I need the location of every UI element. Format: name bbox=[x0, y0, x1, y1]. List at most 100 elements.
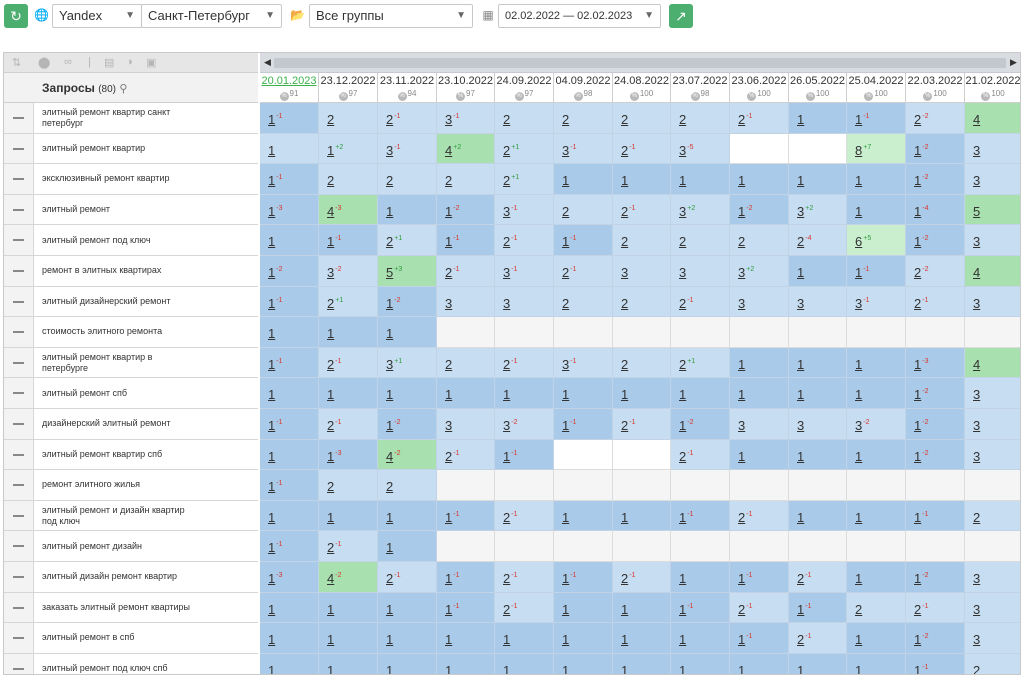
position-cell[interactable]: 2 bbox=[378, 164, 437, 195]
position-cell[interactable]: 3 bbox=[965, 164, 1020, 195]
date-column-header[interactable]: 21.02.2022% 100 bbox=[965, 73, 1020, 103]
position-cell[interactable]: 2 bbox=[613, 347, 671, 379]
position-value[interactable]: 2 bbox=[562, 296, 569, 311]
position-cell[interactable]: 1 bbox=[789, 256, 847, 287]
position-cell[interactable]: 1 bbox=[260, 500, 319, 532]
position-cell[interactable]: 3 bbox=[965, 623, 1020, 654]
export-button[interactable]: ↗ bbox=[669, 4, 693, 28]
region-select[interactable]: Санкт-Петербург ▼ bbox=[141, 4, 282, 28]
row-toggle-button[interactable] bbox=[4, 592, 34, 623]
position-cell[interactable]: 2-1 bbox=[730, 103, 789, 134]
position-cell[interactable]: 2 bbox=[319, 103, 378, 134]
position-value[interactable]: 1 bbox=[621, 510, 628, 525]
position-value[interactable]: 2-1 bbox=[738, 510, 752, 525]
position-value[interactable]: 1-2 bbox=[914, 387, 928, 402]
query-row[interactable]: эксклюзивный ремонт квартир bbox=[4, 164, 258, 195]
position-cell[interactable]: 1-1 bbox=[260, 470, 319, 501]
position-cell[interactable]: 3-5 bbox=[671, 133, 730, 165]
position-cell[interactable]: 1-2 bbox=[671, 409, 730, 440]
query-row[interactable]: элитный ремонт под ключ спб bbox=[4, 653, 258, 674]
position-value[interactable]: 2 bbox=[621, 112, 628, 127]
position-value[interactable]: 1-1 bbox=[268, 357, 282, 372]
contrast-icon[interactable]: ◑ bbox=[126, 56, 133, 68]
position-cell[interactable]: 1-1 bbox=[671, 500, 730, 532]
position-value[interactable]: 1-1 bbox=[855, 265, 869, 280]
position-cell[interactable]: 4-2 bbox=[378, 439, 437, 471]
position-cell[interactable]: 1-1 bbox=[906, 653, 965, 674]
date-column-header[interactable]: 24.08.2022% 100 bbox=[613, 73, 671, 103]
query-row[interactable]: заказать элитный ремонт квартиры bbox=[4, 592, 258, 624]
date-column-header[interactable]: 24.09.2022% 97 bbox=[495, 73, 554, 103]
position-cell[interactable]: 1-1 bbox=[554, 409, 613, 440]
position-cell[interactable]: 1 bbox=[260, 653, 319, 674]
link-icon[interactable]: ∞ bbox=[64, 56, 72, 68]
position-cell[interactable]: 1 bbox=[789, 653, 847, 674]
position-value[interactable]: 2-4 bbox=[797, 234, 811, 249]
position-value[interactable]: 2-1 bbox=[503, 357, 517, 372]
position-value[interactable]: 1-4 bbox=[914, 204, 928, 219]
position-value[interactable]: 1-2 bbox=[914, 418, 928, 433]
position-value[interactable]: 3 bbox=[503, 296, 510, 311]
position-value[interactable]: 1 bbox=[562, 173, 569, 188]
position-cell[interactable]: 3 bbox=[789, 286, 847, 318]
sort-icon[interactable]: ⇅ bbox=[12, 56, 21, 69]
position-value[interactable]: 1 bbox=[327, 663, 334, 674]
position-cell[interactable]: 3 bbox=[437, 409, 495, 440]
position-value[interactable]: 2 bbox=[386, 173, 393, 188]
position-value[interactable]: 1 bbox=[562, 663, 569, 674]
position-cell[interactable]: 4-3 bbox=[319, 194, 378, 226]
position-value[interactable]: 2 bbox=[973, 510, 980, 525]
position-value[interactable]: 2+1 bbox=[503, 173, 519, 188]
position-cell[interactable]: 2-1 bbox=[671, 286, 730, 318]
row-toggle-button[interactable] bbox=[4, 347, 34, 378]
date-column-header[interactable]: 22.03.2022% 100 bbox=[906, 73, 965, 103]
position-cell[interactable]: 1 bbox=[613, 623, 671, 654]
position-cell[interactable]: 4 bbox=[965, 256, 1020, 287]
position-value[interactable]: 1-1 bbox=[738, 632, 752, 647]
position-value[interactable]: 1-1 bbox=[562, 571, 576, 586]
position-value[interactable]: 3 bbox=[973, 418, 980, 433]
position-value[interactable]: 2+1 bbox=[503, 143, 519, 158]
position-cell[interactable]: 2 bbox=[613, 286, 671, 318]
position-cell[interactable]: 2-1 bbox=[730, 592, 789, 624]
position-value[interactable]: 2 bbox=[562, 204, 569, 219]
position-value[interactable]: 1 bbox=[738, 173, 745, 188]
position-value[interactable]: 1-1 bbox=[797, 602, 811, 617]
position-cell[interactable]: 1 bbox=[378, 317, 437, 348]
position-value[interactable]: 1 bbox=[327, 602, 334, 617]
position-value[interactable]: 1-1 bbox=[268, 173, 282, 188]
position-value[interactable]: 3-1 bbox=[503, 265, 517, 280]
position-value[interactable]: 1-1 bbox=[679, 510, 693, 525]
position-value[interactable]: 3+2 bbox=[679, 204, 695, 219]
position-cell[interactable]: 1 bbox=[554, 623, 613, 654]
position-cell[interactable]: 1-3 bbox=[319, 439, 378, 471]
position-value[interactable]: 1-1 bbox=[268, 540, 282, 555]
position-cell[interactable]: 2-1 bbox=[495, 225, 554, 256]
position-value[interactable]: 3+2 bbox=[797, 204, 813, 219]
position-cell[interactable]: 1 bbox=[260, 133, 319, 165]
position-cell[interactable]: 4-2 bbox=[319, 562, 378, 593]
position-cell[interactable]: 3+2 bbox=[671, 194, 730, 226]
horizontal-scrollbar[interactable]: ◀ ▶ bbox=[260, 53, 1020, 73]
position-value[interactable]: 1 bbox=[738, 449, 745, 464]
position-cell[interactable]: 1 bbox=[319, 653, 378, 674]
position-cell[interactable]: 2 bbox=[378, 470, 437, 501]
position-cell[interactable]: 1-1 bbox=[495, 439, 554, 471]
position-value[interactable]: 1 bbox=[268, 602, 275, 617]
position-value[interactable]: 2 bbox=[503, 112, 510, 127]
position-value[interactable]: 2-1 bbox=[797, 632, 811, 647]
position-value[interactable]: 6+5 bbox=[855, 234, 871, 249]
position-value[interactable]: 1 bbox=[679, 387, 686, 402]
position-value[interactable]: 4-2 bbox=[386, 449, 400, 464]
position-cell[interactable]: 2 bbox=[965, 500, 1020, 532]
position-cell[interactable]: 1 bbox=[789, 439, 847, 471]
position-value[interactable]: 2 bbox=[327, 173, 334, 188]
position-value[interactable]: 1 bbox=[503, 663, 510, 674]
position-cell[interactable]: 2-1 bbox=[789, 562, 847, 593]
position-value[interactable]: 2 bbox=[386, 479, 393, 494]
position-value[interactable]: 1 bbox=[268, 143, 275, 158]
position-value[interactable]: 2 bbox=[327, 479, 334, 494]
row-toggle-button[interactable] bbox=[4, 194, 34, 225]
position-value[interactable]: 1 bbox=[386, 602, 393, 617]
query-row[interactable]: элитный ремонт bbox=[4, 194, 258, 226]
